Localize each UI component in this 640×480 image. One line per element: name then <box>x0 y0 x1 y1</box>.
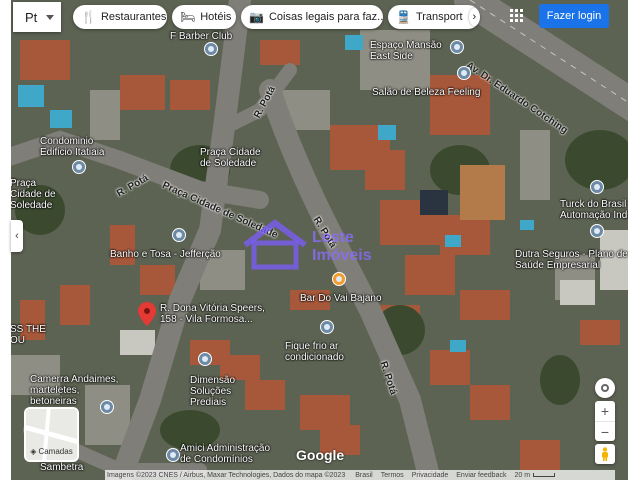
zoom-in-button[interactable]: + <box>595 401 615 421</box>
layers-icon: ◈ <box>30 447 37 456</box>
right-edge <box>628 0 640 480</box>
place-pin-icon[interactable] <box>172 228 186 242</box>
train-icon: 🚆 <box>396 10 411 24</box>
place-label[interactable]: Bar Do Vai Bajano <box>300 293 382 304</box>
bed-icon: 🛏 <box>180 10 196 24</box>
place-label[interactable]: Salão de Beleza Feeling <box>372 87 480 98</box>
selected-location-pin-icon[interactable] <box>138 302 156 326</box>
grid-icon[interactable] <box>510 9 524 23</box>
chip-hotels[interactable]: 🛏 Hotéis <box>172 5 236 29</box>
login-button[interactable]: Fazer login <box>539 4 609 28</box>
left-panel-edge <box>0 0 11 480</box>
scale-label[interactable]: 20 m <box>514 472 530 479</box>
place-label[interactable]: Praça Cidade de Soledade <box>200 147 270 169</box>
chip-label: Coisas legais para faz... <box>268 11 383 23</box>
chip-label: Hotéis <box>200 11 232 23</box>
footer-link-country[interactable]: Brasil <box>355 472 373 479</box>
place-label[interactable]: Dutra Seguros - Plano de Saúde Empresari… <box>515 249 635 271</box>
chip-transport[interactable]: 🚆 Transport › <box>388 5 480 29</box>
selected-address-label[interactable]: R. Dona Vitória Speers, 158 - Vila Formo… <box>160 303 270 325</box>
place-pin-icon[interactable] <box>198 352 212 366</box>
satellite-imagery <box>0 0 640 480</box>
place-pin-icon[interactable] <box>204 42 218 56</box>
chevron-left-icon: ‹ <box>15 230 19 242</box>
place-pin-icon[interactable] <box>450 40 464 54</box>
locate-icon <box>601 384 609 392</box>
place-label[interactable]: Camerra Andaimes, marteletes, betoneiras <box>30 374 120 407</box>
locate-button[interactable] <box>595 378 615 398</box>
bar-pin-icon[interactable] <box>332 272 346 286</box>
place-pin-icon[interactable] <box>590 180 604 194</box>
place-label[interactable]: Banho e Tosa - Jefferção <box>110 249 221 260</box>
place-pin-icon[interactable] <box>320 320 334 334</box>
pegman-button[interactable] <box>595 444 615 464</box>
satellite-map[interactable]: Av. Dr. Eduardo Cotching R. Potá Praça C… <box>0 0 640 480</box>
footer-link-privacy[interactable]: Privacidade <box>412 472 449 479</box>
place-pin-icon[interactable] <box>72 160 86 174</box>
fork-knife-icon: 🍴 <box>81 10 96 24</box>
chip-restaurants[interactable]: 🍴 Restaurantes <box>73 5 167 29</box>
place-label[interactable]: Fique frio ar condicionado <box>285 341 365 363</box>
place-label[interactable]: Condominio Edificio Itatiaia <box>40 136 110 158</box>
footer-link-feedback[interactable]: Enviar feedback <box>456 472 506 479</box>
chevron-down-icon[interactable] <box>46 14 55 20</box>
place-pin-icon[interactable] <box>457 66 471 80</box>
place-label[interactable]: Dimensão Soluções Prediais <box>190 375 270 408</box>
chip-label: Restaurantes <box>100 11 167 23</box>
place-label[interactable]: F Barber Club <box>170 31 232 42</box>
google-logo: Google <box>296 447 345 463</box>
pegman-icon <box>602 447 608 461</box>
search-input[interactable]: Pt <box>25 10 37 25</box>
camera-icon: 📷 <box>249 10 264 24</box>
collapse-side-panel-button[interactable]: ‹ <box>11 220 23 252</box>
map-footer: Imagens ©2023 CNES / Airbus, Maxar Techn… <box>105 470 615 480</box>
place-label[interactable]: SS THE OU <box>10 324 50 346</box>
place-label[interactable]: Praça Cidade de Soledade <box>10 178 70 211</box>
footer-link-terms[interactable]: Termos <box>381 472 404 479</box>
chip-things-to-do[interactable]: 📷 Coisas legais para faz... <box>241 5 383 29</box>
place-label[interactable]: Amici Administração de Condomínios <box>180 443 280 465</box>
zoom-control: + − <box>595 401 615 441</box>
layers-label: Camadas <box>38 447 73 456</box>
place-label[interactable]: Espaço Mansão East Side <box>370 40 450 62</box>
place-pin-icon[interactable] <box>590 224 604 238</box>
place-label[interactable]: Sambetra <box>40 462 83 473</box>
place-pin-icon[interactable] <box>166 448 180 462</box>
attribution-text: Imagens ©2023 CNES / Airbus, Maxar Techn… <box>107 471 346 479</box>
zoom-out-button[interactable]: − <box>595 421 615 442</box>
search-box[interactable]: Pt <box>13 2 61 32</box>
chip-label: Transport <box>415 11 463 23</box>
scale-bar <box>533 473 556 477</box>
layers-button[interactable]: ◈ Camadas <box>24 407 79 462</box>
